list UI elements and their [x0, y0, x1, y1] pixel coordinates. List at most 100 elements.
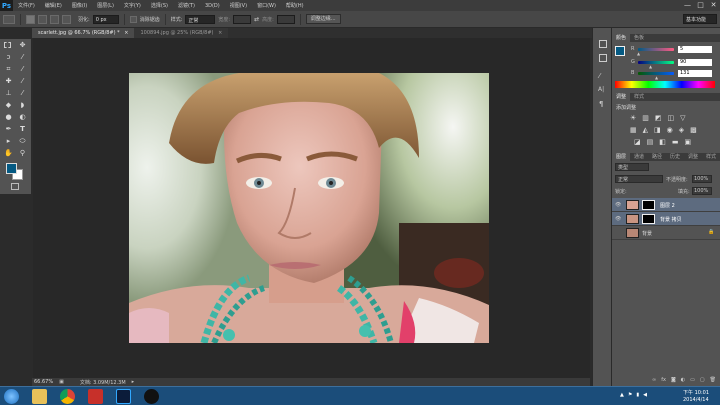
- media-player-icon[interactable]: [144, 389, 159, 404]
- brush-tool-icon[interactable]: ⁄: [18, 77, 27, 86]
- layer-filter-select[interactable]: 类型: [615, 163, 649, 171]
- visibility-eye-icon[interactable]: 👁: [615, 216, 621, 222]
- tab-adjustments[interactable]: 调整: [612, 93, 631, 101]
- tab-paths[interactable]: 路径: [648, 153, 666, 161]
- height-input[interactable]: [276, 14, 295, 24]
- curves-icon[interactable]: ◩: [655, 114, 662, 122]
- tab-swatches[interactable]: 色板: [630, 34, 648, 42]
- healing-brush-icon[interactable]: ✚: [4, 77, 13, 86]
- menu-edit[interactable]: 编辑(E): [40, 2, 67, 9]
- layer-row[interactable]: 👁 背景 拷贝: [612, 212, 720, 226]
- refine-edge-button[interactable]: 调整边缘...: [305, 14, 341, 24]
- tab-styles[interactable]: 样式: [630, 93, 648, 101]
- history-brush-icon[interactable]: ⁄: [18, 89, 27, 98]
- tab-close-icon[interactable]: ×: [124, 30, 128, 36]
- menu-view[interactable]: 视图(V): [225, 2, 252, 9]
- width-input[interactable]: [233, 14, 252, 24]
- menu-image[interactable]: 图像(I): [67, 2, 92, 9]
- flag-icon[interactable]: ⚑: [628, 392, 632, 398]
- tab-style[interactable]: 样式: [702, 153, 720, 161]
- paragraph-panel-icon[interactable]: ¶: [599, 100, 603, 108]
- start-button-icon[interactable]: [4, 389, 19, 404]
- r-value[interactable]: 5: [678, 46, 712, 53]
- fill-input[interactable]: 100%: [692, 187, 712, 195]
- menu-type[interactable]: 文字(Y): [119, 2, 146, 9]
- brush-panel-icon[interactable]: ⁄: [599, 72, 607, 80]
- chrome-icon[interactable]: [60, 389, 75, 404]
- antialias-checkbox[interactable]: [129, 15, 137, 23]
- subtract-selection-icon[interactable]: [50, 14, 59, 24]
- exposure-icon[interactable]: ◫: [668, 114, 675, 122]
- black-white-icon[interactable]: ◨: [654, 126, 661, 134]
- menu-help[interactable]: 帮助(H): [281, 2, 309, 9]
- clock-date[interactable]: 2014/4/14: [683, 397, 709, 403]
- color-spectrum[interactable]: [615, 81, 715, 88]
- character-panel-icon[interactable]: A|: [598, 86, 604, 93]
- swap-icon[interactable]: ⇄: [254, 16, 259, 23]
- type-tool-icon[interactable]: T: [18, 125, 27, 134]
- new-adjustment-icon[interactable]: ◐: [681, 377, 685, 386]
- g-value[interactable]: 90: [678, 59, 712, 66]
- clock-time[interactable]: 下午 10:01: [683, 389, 709, 396]
- g-slider[interactable]: [638, 61, 674, 64]
- b-slider-thumb-icon[interactable]: ▲: [655, 75, 658, 80]
- document-image[interactable]: [129, 73, 489, 343]
- hand-tool-icon[interactable]: ✋: [4, 149, 13, 158]
- tab-close-icon[interactable]: ×: [218, 30, 222, 36]
- new-selection-icon[interactable]: [26, 14, 35, 24]
- layer-row[interactable]: 👁 图层 2: [612, 198, 720, 212]
- opacity-input[interactable]: 100%: [692, 175, 712, 183]
- mail-icon[interactable]: [88, 389, 103, 404]
- tab-history[interactable]: 历史: [666, 153, 684, 161]
- network-icon[interactable]: ▮: [636, 392, 639, 398]
- foreground-color-swatch[interactable]: [6, 163, 17, 174]
- tab-color[interactable]: 颜色: [612, 34, 631, 42]
- link-layers-icon[interactable]: ∞: [652, 377, 656, 386]
- visibility-eye-icon[interactable]: 👁: [615, 202, 621, 208]
- blend-mode-select[interactable]: 正常: [615, 175, 663, 183]
- vibrance-icon[interactable]: ▽: [680, 114, 685, 122]
- color-lookup-icon[interactable]: ▩: [690, 126, 697, 134]
- levels-icon[interactable]: ▥: [642, 114, 649, 122]
- clone-stamp-icon[interactable]: ⊥: [4, 89, 13, 98]
- menu-3d[interactable]: 3D(D): [200, 3, 225, 9]
- minimize-button[interactable]: —: [683, 1, 692, 9]
- threshold-icon[interactable]: ◧: [659, 138, 666, 146]
- brightness-icon[interactable]: ☀: [630, 114, 636, 122]
- gradient-map-icon[interactable]: ▬: [672, 138, 679, 146]
- selective-color-icon[interactable]: ▣: [685, 138, 692, 146]
- invert-icon[interactable]: ◪: [634, 138, 641, 146]
- magic-wand-icon[interactable]: ⁄: [18, 53, 27, 62]
- layer-row[interactable]: 背景 🔒: [612, 226, 720, 240]
- foreground-swatch[interactable]: [615, 46, 625, 56]
- tab-channels[interactable]: 通道: [630, 153, 648, 161]
- workspace-select[interactable]: 基本功能: [683, 14, 717, 24]
- photoshop-taskbar-icon[interactable]: [116, 389, 131, 404]
- new-layer-icon[interactable]: ▢: [700, 377, 705, 386]
- eyedropper-icon[interactable]: ⁄: [18, 65, 27, 74]
- posterize-icon[interactable]: ▤: [647, 138, 654, 146]
- volume-icon[interactable]: ◀: [643, 392, 647, 398]
- g-slider-thumb-icon[interactable]: ▲: [649, 64, 652, 69]
- r-slider-thumb-icon[interactable]: ▲: [637, 51, 640, 56]
- add-selection-icon[interactable]: [38, 14, 47, 24]
- blur-tool-icon[interactable]: ●: [4, 113, 13, 122]
- channel-mixer-icon[interactable]: ◈: [679, 126, 684, 134]
- tab-scarlett[interactable]: scarlett.jpg @ 66.7% (RGB/8#) * ×: [32, 28, 135, 38]
- b-value[interactable]: 131: [678, 70, 712, 77]
- marquee-tool-icon[interactable]: [4, 42, 11, 48]
- tab-adjust[interactable]: 调整: [684, 153, 702, 161]
- shape-tool-icon[interactable]: ⬭: [18, 137, 27, 146]
- menu-select[interactable]: 选择(S): [146, 2, 173, 9]
- r-slider[interactable]: [638, 48, 674, 51]
- restore-button[interactable]: □: [696, 1, 705, 9]
- quick-mask-icon[interactable]: [11, 183, 19, 190]
- menu-layer[interactable]: 图层(L): [92, 2, 119, 9]
- history-panel-icon[interactable]: [599, 40, 607, 48]
- photo-filter-icon[interactable]: ◉: [667, 126, 673, 134]
- move-tool-icon[interactable]: ✥: [18, 41, 27, 50]
- status-arrow-icon[interactable]: ▸: [132, 379, 135, 385]
- tab-layers[interactable]: 图层: [612, 153, 630, 161]
- add-mask-icon[interactable]: ◙: [671, 377, 676, 386]
- crop-tool-icon[interactable]: ⌗: [4, 65, 13, 74]
